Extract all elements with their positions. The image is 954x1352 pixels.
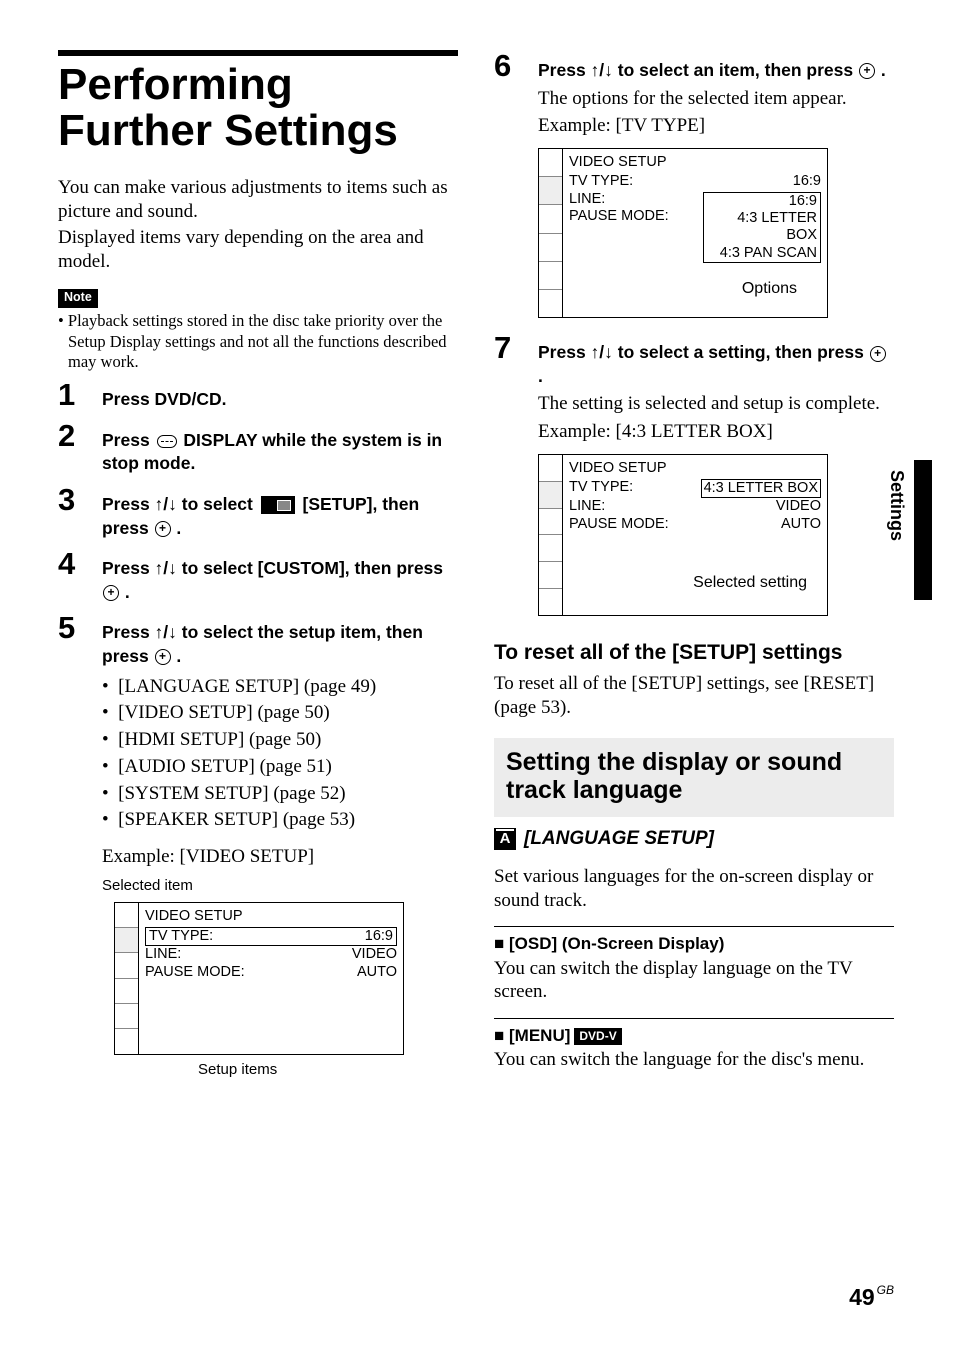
osd-val: 16:9: [793, 173, 821, 190]
osd-val-selected: 4:3 LETTER BOX: [701, 479, 821, 498]
step-7: 7 Press ↑/↓ to select a setting, then pr…: [494, 332, 894, 616]
list-item: [HDMI SETUP] (page 50): [102, 728, 458, 752]
osd-key: PAUSE MODE:: [569, 208, 669, 225]
left-column: Performing Further Settings You can make…: [58, 50, 458, 1079]
dvd-v-tag: DVD-V: [574, 1028, 621, 1045]
step-5: 5 Press ↑/↓ to select the setup item, th…: [58, 612, 458, 835]
step-number: 2: [58, 420, 102, 451]
osd-key: LINE:: [569, 498, 605, 515]
divider: [494, 926, 894, 927]
osd-val: VIDEO: [352, 946, 397, 963]
osd-header: VIDEO SETUP: [145, 907, 397, 925]
osd-item-body: You can switch the display language on t…: [494, 957, 894, 1005]
osd-header: VIDEO SETUP: [569, 153, 821, 171]
osd-val: AUTO: [781, 516, 821, 533]
osd-screenshot: VIDEO SETUP TV TYPE: 4:3 LETTER BOX LINE:…: [538, 454, 828, 616]
osd-val: VIDEO: [776, 498, 821, 515]
osd-item-title: ■ [OSD] (On-Screen Display): [494, 933, 894, 954]
options-callout: Options: [742, 279, 797, 299]
enter-icon: +: [859, 63, 875, 79]
osd-val: 16:9: [365, 928, 393, 945]
step-example: Example: [4:3 LETTER BOX]: [538, 420, 894, 444]
osd-screenshot: VIDEO SETUP TV TYPE: 16:9 LINE: PAUSE MOD…: [538, 148, 828, 318]
step-example: Example: [TV TYPE]: [538, 114, 894, 138]
reset-body: To reset all of the [SETUP] settings, se…: [494, 672, 894, 720]
step-text: Press ↑/↓ to select the setup item, then…: [102, 621, 458, 668]
osd-option: 4:3 PAN SCAN: [704, 245, 820, 262]
osd-val: AUTO: [357, 964, 397, 981]
step-4: 4 Press ↑/↓ to select [CUSTOM], then pre…: [58, 548, 458, 604]
setup-items-label: Setup items: [198, 1061, 458, 1080]
side-tab: [914, 460, 932, 600]
enter-icon: +: [155, 649, 171, 665]
step-number: 6: [494, 50, 538, 81]
step-number: 4: [58, 548, 102, 579]
step-text: Press ↑/↓ to select a setting, then pres…: [538, 341, 894, 388]
list-item: [LANGUAGE SETUP] (page 49): [102, 675, 458, 699]
step-number: 5: [58, 612, 102, 643]
enter-icon: +: [155, 521, 171, 537]
step-number: 3: [58, 484, 102, 515]
step-text: Press ↑/↓ to select [SETUP], then press …: [102, 493, 458, 540]
osd-key: LINE:: [145, 946, 181, 963]
osd-sidebar: [539, 149, 563, 317]
selected-item-label: Selected item: [102, 877, 458, 896]
osd-sidebar: [115, 903, 139, 1054]
step-text: Press DVD/CD.: [102, 388, 458, 412]
enter-icon: +: [103, 585, 119, 601]
right-column: 6 Press ↑/↓ to select an item, then pres…: [494, 50, 894, 1079]
page-number: 49GB: [849, 1283, 894, 1312]
language-body: Set various languages for the on-screen …: [494, 865, 894, 913]
osd-option: 4:3 LETTER BOX: [704, 210, 820, 245]
osd-key: PAUSE MODE:: [145, 964, 245, 981]
note-body: • Playback settings stored in the disc t…: [58, 311, 458, 373]
page-title: Performing Further Settings: [58, 62, 458, 154]
intro-line-1: You can make various adjustments to item…: [58, 176, 458, 224]
step-desc: The options for the selected item appear…: [538, 87, 894, 111]
note-tag: Note: [58, 289, 98, 308]
osd-option: 16:9: [704, 193, 820, 210]
list-item: [SYSTEM SETUP] (page 52): [102, 782, 458, 806]
step-desc: The setting is selected and setup is com…: [538, 392, 894, 416]
display-icon: [157, 435, 177, 448]
reset-heading: To reset all of the [SETUP] settings: [494, 640, 894, 666]
menu-item-title: ■ [MENU]DVD-V: [494, 1025, 894, 1046]
step-1: 1 Press DVD/CD.: [58, 379, 458, 412]
language-setup-title: [LANGUAGE SETUP]: [524, 827, 714, 851]
intro-block: You can make various adjustments to item…: [58, 176, 458, 273]
step-text: Press DISPLAY while the system is in sto…: [102, 429, 458, 476]
list-item: [SPEAKER SETUP] (page 53): [102, 808, 458, 832]
list-item: [AUDIO SETUP] (page 51): [102, 755, 458, 779]
language-panel: Setting the display or sound track langu…: [494, 738, 894, 818]
intro-line-2: Displayed items vary depending on the ar…: [58, 226, 458, 274]
panel-title: Setting the display or sound track langu…: [506, 748, 882, 806]
osd-key: TV TYPE:: [149, 928, 213, 945]
step-number: 1: [58, 379, 102, 410]
osd-header: VIDEO SETUP: [569, 459, 821, 477]
setup-icon: [261, 496, 295, 514]
setup-item-list: [LANGUAGE SETUP] (page 49) [VIDEO SETUP]…: [102, 675, 458, 833]
menu-item-body: You can switch the language for the disc…: [494, 1048, 894, 1072]
osd-key: TV TYPE:: [569, 173, 633, 190]
example-label: Example: [VIDEO SETUP]: [102, 845, 458, 869]
list-item: [VIDEO SETUP] (page 50): [102, 701, 458, 725]
step-text: Press ↑/↓ to select an item, then press …: [538, 59, 894, 83]
osd-screenshot: VIDEO SETUP TV TYPE: 16:9 LINE: VIDEO PAUS…: [114, 902, 404, 1055]
osd-options-list: 16:9 4:3 LETTER BOX 4:3 PAN SCAN: [703, 192, 821, 264]
osd-sidebar: [539, 455, 563, 615]
osd-key: PAUSE MODE:: [569, 516, 669, 533]
osd-key: TV TYPE:: [569, 479, 633, 498]
step-3: 3 Press ↑/↓ to select [SETUP], then pres…: [58, 484, 458, 540]
step-6: 6 Press ↑/↓ to select an item, then pres…: [494, 50, 894, 318]
step-2: 2 Press DISPLAY while the system is in s…: [58, 420, 458, 476]
selected-setting-callout: Selected setting: [693, 573, 807, 593]
enter-icon: +: [870, 346, 886, 362]
step-number: 7: [494, 332, 538, 363]
divider: [494, 1018, 894, 1019]
language-section-icon: A: [494, 828, 516, 850]
osd-key: LINE:: [569, 191, 605, 208]
title-rule: [58, 50, 458, 56]
step-text: Press ↑/↓ to select [CUSTOM], then press…: [102, 557, 458, 604]
